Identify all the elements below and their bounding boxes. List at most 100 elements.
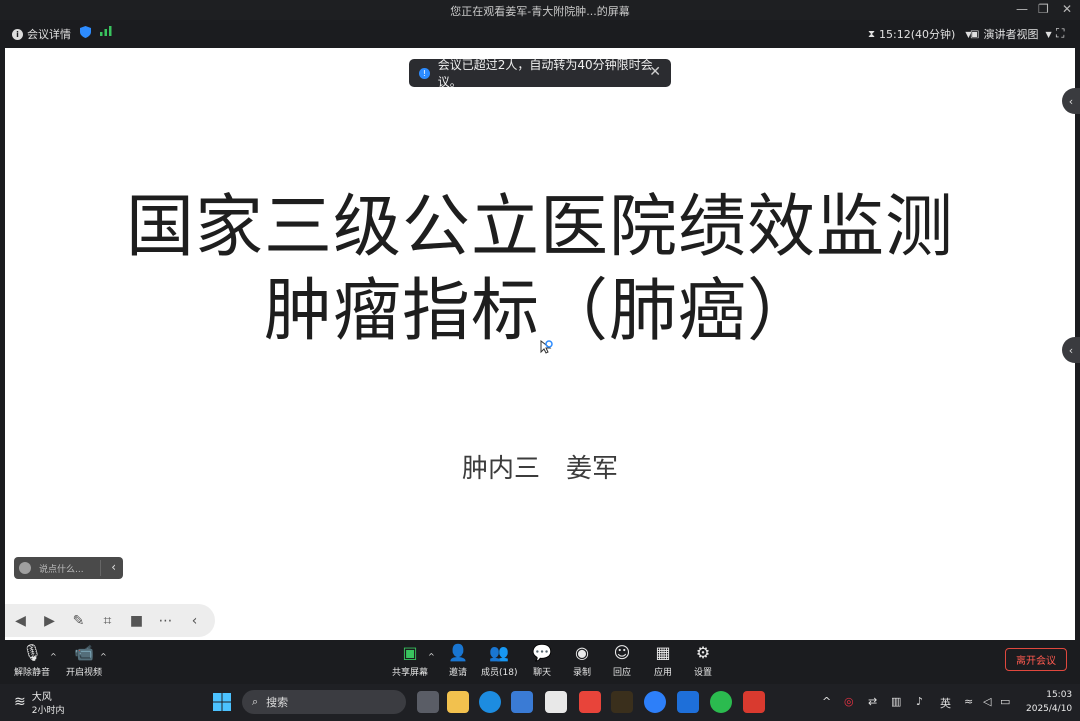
annotation-toolbar: ◀ ▶ ✎ ⌗ ■ ⋯ ‹ [5,604,215,637]
share-screen-button[interactable]: ▣ 共享屏幕 [390,643,430,678]
file-explorer-icon[interactable] [447,691,469,713]
task-view-icon[interactable] [417,691,439,713]
record-button[interactable]: ◉ 录制 [568,643,596,678]
pen-icon[interactable]: ✎ [70,612,87,629]
invite-icon: 👤 [448,643,468,662]
store-icon[interactable] [511,691,533,713]
search-icon: ⌕ [252,695,259,708]
security-shield-icon[interactable] [80,26,91,38]
chevron-left-icon: ‹ [1068,343,1074,357]
meeting-details-button[interactable]: i 会议详情 [12,26,71,42]
fullscreen-icon[interactable]: ⛶ [1056,26,1064,41]
record-icon: ◉ [575,643,589,662]
chat-icon: 💬 [532,643,552,662]
app-icon-2[interactable] [579,691,601,713]
info-icon: i [12,28,23,40]
invite-button[interactable]: 👤 邀请 [444,643,472,678]
battery-icon[interactable]: ▭ [1000,695,1010,708]
wps-icon[interactable] [611,691,633,713]
shared-screen: ! 会议已超过2人，自动转为40分钟限时会议。 ✕ 国家三级公立医院绩效监测 肿… [5,48,1080,640]
members-button[interactable]: 👥 成员(18) [481,643,517,678]
close-icon[interactable]: ✕ [1062,2,1072,16]
meeting-timer[interactable]: ⧗ 15:12(40分钟) ▼ [868,26,971,42]
gear-icon: ⚙ [695,643,711,662]
clock-time: 15:03 [1046,690,1073,700]
toast-message: 会议已超过2人，自动转为40分钟限时会议。 [437,58,653,89]
restore-icon[interactable]: ❐ [1038,2,1049,16]
volume-icon[interactable]: ◁ [983,695,991,708]
app-icon-1[interactable] [545,691,567,713]
tray-app-icon[interactable]: ◎ [844,695,854,708]
chevron-up-icon[interactable]: ^ [428,652,435,661]
taskbar-search[interactable]: ⌕ 搜索 [242,690,406,714]
screenshot-icon[interactable]: ⌗ [99,612,116,629]
wind-icon: ≋ [14,694,26,710]
windows-start-icon[interactable] [212,692,232,712]
share-screen-icon: ▣ [402,643,418,662]
leave-meeting-button[interactable]: 离开会议 [1005,648,1067,671]
chevron-left-icon: ‹ [1068,94,1074,108]
clock-date: 2025/4/10 [1026,704,1073,714]
edge-browser-icon[interactable] [479,691,501,713]
side-panel-toggle-top[interactable]: ‹ [1062,88,1080,114]
camera-icon[interactable]: ■ [128,612,145,629]
apps-icon: ▦ [655,643,671,662]
wifi-icon[interactable]: ≈ [964,695,973,708]
mic-muted-icon: 🎙 [21,643,43,662]
unmute-button[interactable]: 🎙 解除静音 [12,643,52,678]
ime-indicator[interactable]: 英 [940,695,951,711]
emoji-icon[interactable] [19,562,31,574]
window-title: 您正在观看姜军-青大附院肿...的屏幕 [450,5,630,18]
slide-title-line1: 国家三级公立医院绩效监测 [125,188,954,267]
view-mode-label: 演讲者视图 [983,28,1039,41]
chevron-up-icon[interactable]: ^ [100,652,107,661]
hourglass-icon: ⧗ [868,28,876,40]
meeting-app-icon[interactable] [677,691,699,713]
wechat-icon[interactable] [710,691,732,713]
side-panel-toggle-middle[interactable]: ‹ [1062,337,1080,363]
apps-button[interactable]: ▦ 应用 [649,643,677,678]
weather-title: 大风 [31,692,52,703]
chevron-left-icon[interactable]: ‹ [186,612,203,629]
timer-label: 15:12(40分钟) [879,28,956,41]
meeting-details-label: 会议详情 [27,28,71,41]
weather-widget[interactable]: ≋ 大风 2小时内 [14,688,64,716]
mouse-cursor-icon [540,339,554,360]
chevron-down-icon: ▼ [1045,29,1052,39]
members-icon: 👥 [489,643,509,662]
meeting-info-bar: i 会议详情 ⧗ 15:12(40分钟) ▼ ▣ 演讲者视图 ▼ ⛶ [0,20,1080,47]
view-mode-button[interactable]: ▣ 演讲者视图 ▼ [970,26,1052,42]
back-icon[interactable]: ◀ [12,612,29,629]
chat-input[interactable]: 说点什么... ‹ [14,557,123,579]
reaction-icon: ☺ [613,643,631,662]
notification-toast: ! 会议已超过2人，自动转为40分钟限时会议。 ✕ [409,58,671,89]
settings-button[interactable]: ⚙ 设置 [689,643,717,678]
windows-taskbar: ≋ 大风 2小时内 ⌕ 搜索 ^ ◎ ⇄ ▥ ♪ 英 ≈ ◁ ▭ 15:03 2… [0,684,1080,721]
chevron-up-icon[interactable]: ^ [822,695,831,708]
app-icon-4[interactable] [743,691,765,713]
minimize-icon[interactable]: — [1016,2,1028,16]
video-off-icon: 📹 [74,643,94,662]
app-icon-3[interactable] [644,691,666,713]
play-icon[interactable]: ▶ [41,612,58,629]
chevron-up-icon[interactable]: ^ [50,652,57,661]
alert-icon: ! [419,67,430,79]
microphone-icon[interactable]: ♪ [916,695,923,708]
more-icon[interactable]: ⋯ [157,612,174,629]
search-label: 搜索 [266,696,289,709]
chat-placeholder: 说点什么... [39,564,84,575]
reaction-button[interactable]: ☺ 回应 [608,643,636,678]
tray-network-icon[interactable]: ▥ [891,695,901,708]
window-titlebar: 您正在观看姜军-青大附院肿...的屏幕 — ❐ ✕ [0,0,1080,20]
slide-title: 国家三级公立医院绩效监测 肿瘤指标（肺癌） [5,186,1075,354]
collapse-chat-icon[interactable]: ‹ [111,560,116,574]
weather-sub: 2小时内 [31,706,65,716]
start-video-button[interactable]: 📹 开启视频 [64,643,104,678]
close-toast-icon[interactable]: ✕ [649,64,661,80]
system-clock[interactable]: 15:03 2025/4/10 [1026,688,1072,716]
slide-subtitle: 肿内三 姜军 [461,454,618,484]
signal-strength-icon[interactable] [100,26,112,36]
chat-button[interactable]: 💬 聊天 [528,643,556,678]
view-mode-icon: ▣ [970,28,980,40]
tray-sync-icon[interactable]: ⇄ [868,695,877,708]
